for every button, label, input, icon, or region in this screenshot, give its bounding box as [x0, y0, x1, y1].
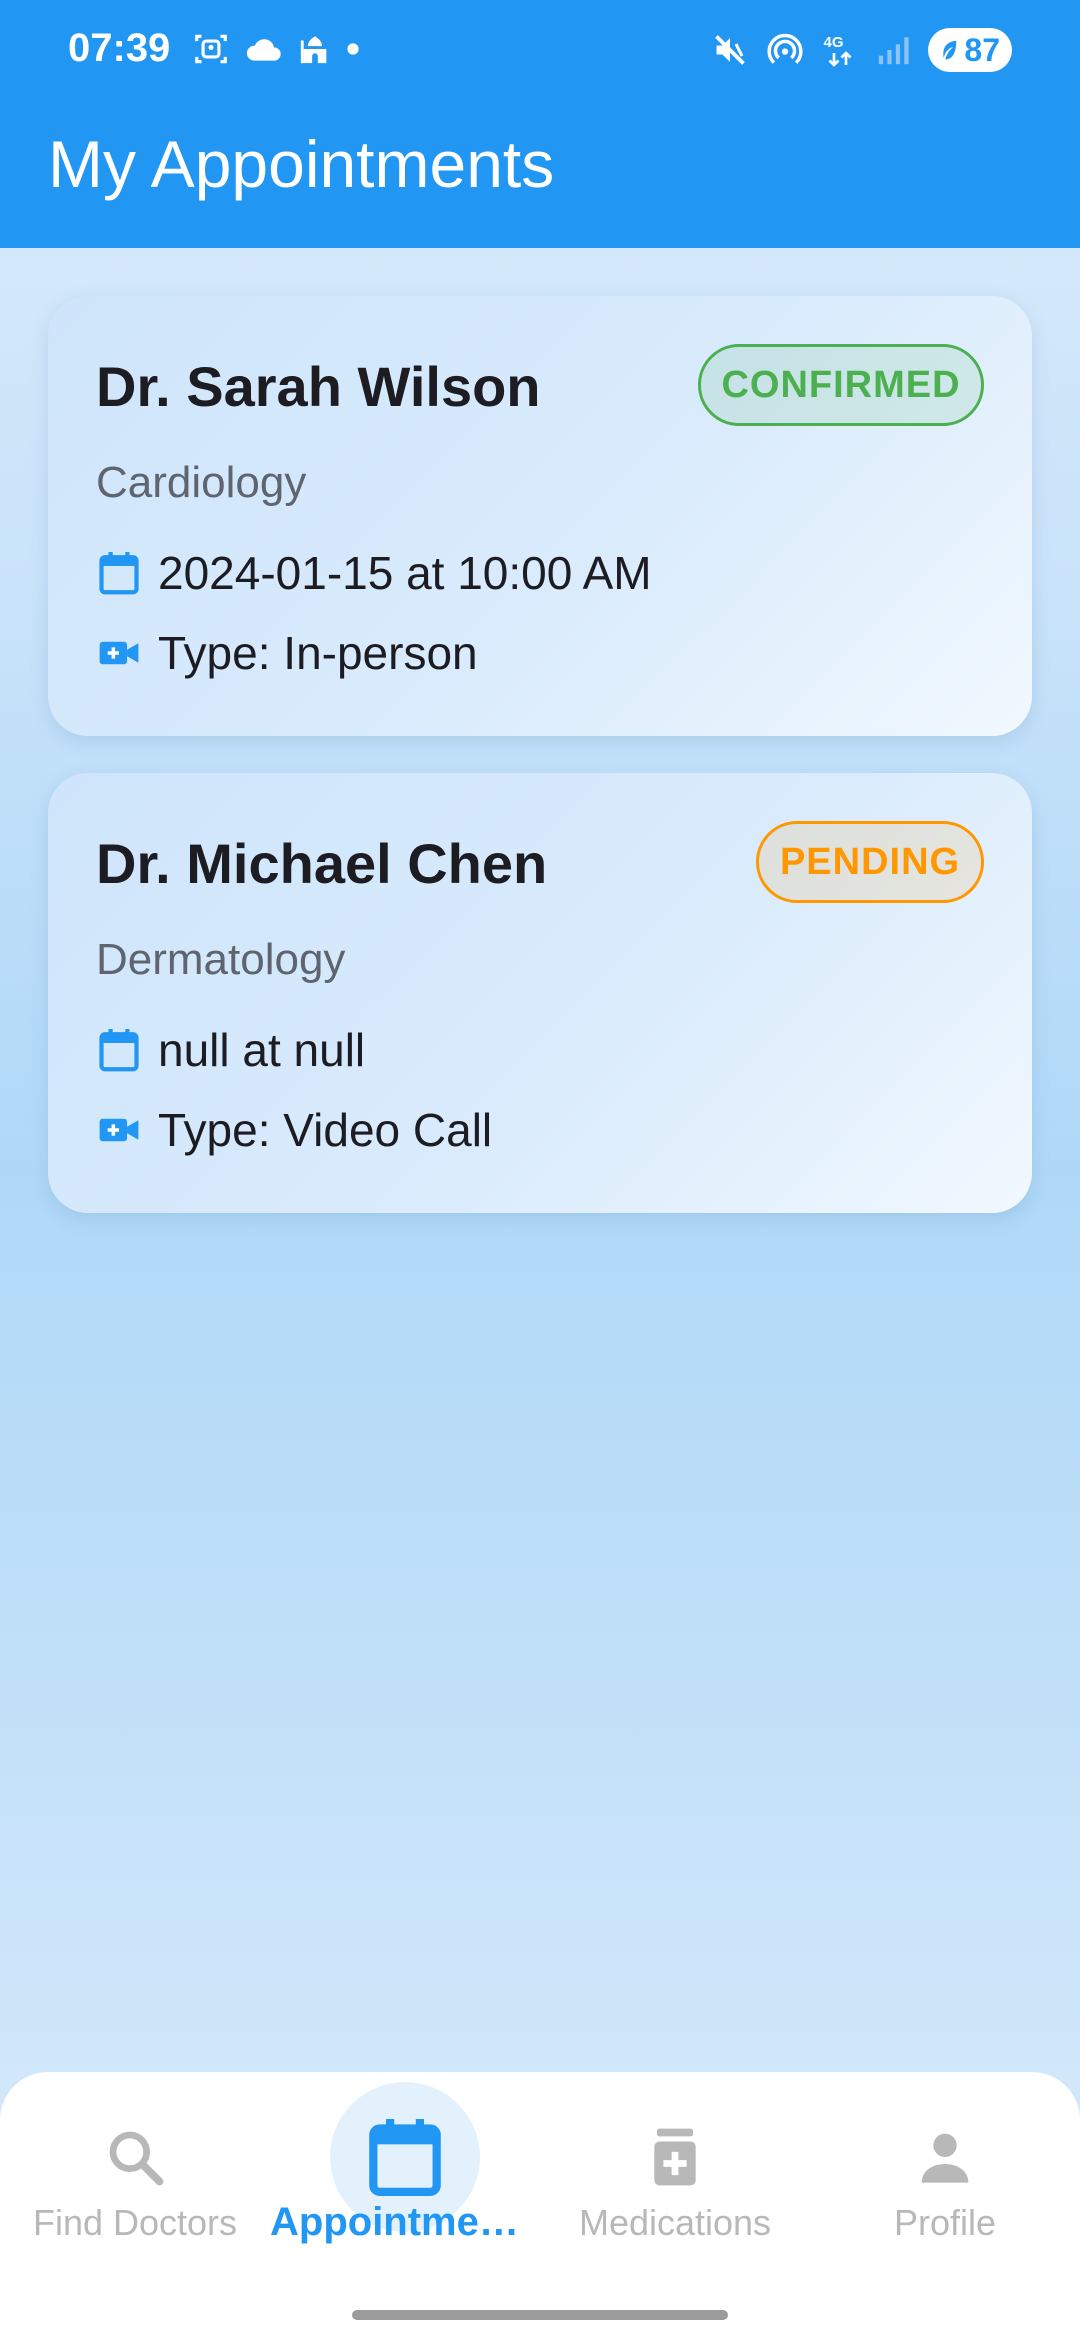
specialty-label: Dermatology	[96, 935, 346, 984]
calendar-icon	[99, 1029, 139, 1072]
app-bar: 07:39 4G 87 My Appointments	[0, 0, 1080, 248]
calendar-icon	[369, 2119, 441, 2196]
medication-icon	[654, 2128, 696, 2186]
doctor-name: Dr. Michael Chen	[96, 832, 548, 895]
battery-level: 87	[964, 32, 1000, 68]
nav-item-appointments[interactable]: Appointmen…	[270, 2072, 540, 2292]
person-icon	[921, 2133, 969, 2183]
svg-text:4G: 4G	[824, 34, 844, 51]
home-indicator[interactable]	[352, 2310, 728, 2320]
nav-item-profile[interactable]: Profile	[810, 2072, 1080, 2292]
search-icon	[109, 2131, 164, 2186]
cloud-icon	[246, 39, 281, 61]
nav-label: Appointmen…	[270, 2200, 540, 2244]
screenshot-icon	[195, 34, 227, 64]
nav-item-medications[interactable]: Medications	[540, 2072, 810, 2292]
appointment-type: Type: Video Call	[158, 1104, 493, 1156]
status-bar: 07:39 4G 87	[0, 0, 1080, 100]
page-title: My Appointments	[48, 127, 555, 201]
nav-label: Find Doctors	[32, 2202, 238, 2243]
video-call-icon	[99, 1118, 139, 1142]
status-badge: PENDING	[756, 821, 984, 903]
mosque-icon	[300, 36, 327, 64]
mute-icon	[715, 35, 746, 65]
appointment-type: Type: In-person	[158, 627, 478, 679]
leaf-icon	[943, 40, 957, 60]
hotspot-icon	[767, 33, 803, 64]
status-time: 07:39	[68, 26, 171, 70]
appointment-card[interactable]: Dr. Sarah Wilson CONFIRMED Cardiology 20…	[48, 296, 1032, 736]
dot-icon	[347, 43, 359, 55]
bottom-nav: Find Doctors Appointmen… Medications Pro…	[0, 2072, 1080, 2340]
appointment-card[interactable]: Dr. Michael Chen PENDING Dermatology nul…	[48, 773, 1032, 1213]
signal-icon	[879, 37, 909, 65]
nav-label: Medications	[578, 2202, 772, 2243]
status-badge: CONFIRMED	[698, 344, 984, 426]
battery-indicator: 87	[928, 28, 1012, 72]
video-call-icon	[99, 641, 139, 665]
nav-item-find-doctors[interactable]: Find Doctors	[0, 2072, 270, 2292]
specialty-label: Cardiology	[96, 458, 307, 507]
calendar-icon	[99, 552, 139, 595]
appointment-datetime: 2024-01-15 at 10:00 AM	[158, 547, 652, 599]
doctor-name: Dr. Sarah Wilson	[96, 355, 541, 418]
appointment-datetime: null at null	[158, 1024, 366, 1076]
4g-icon: 4G	[824, 34, 852, 67]
nav-label: Profile	[893, 2202, 997, 2243]
